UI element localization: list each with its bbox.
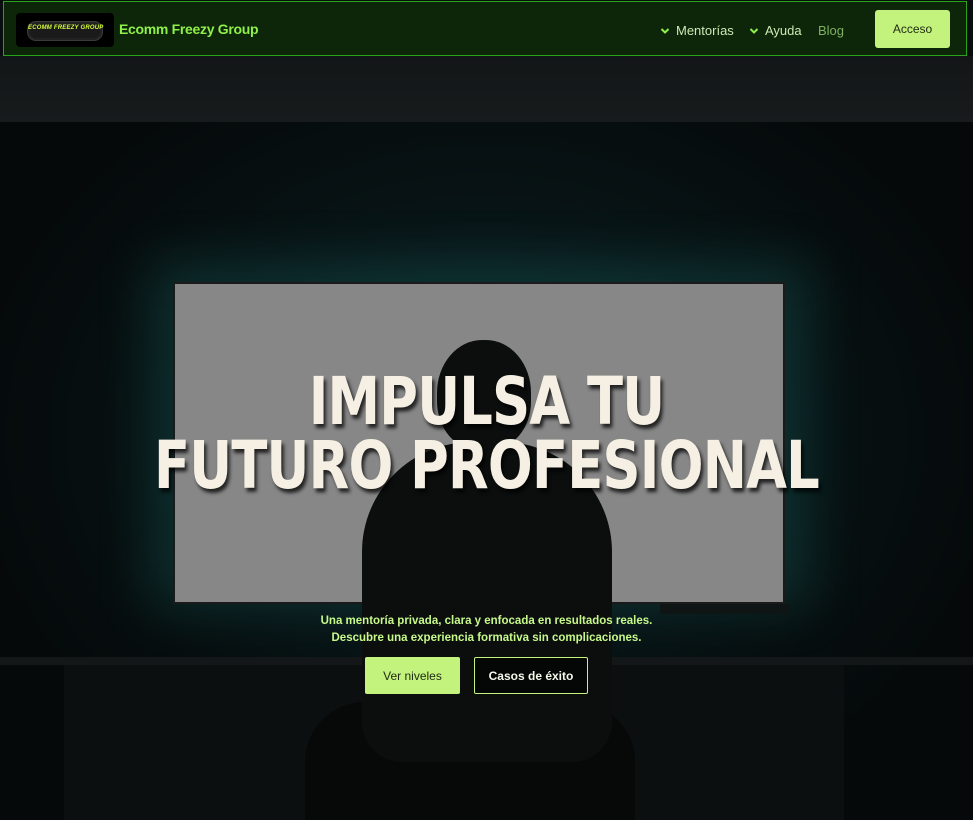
success-stories-button[interactable]: Casos de éxito [474, 657, 588, 694]
hero-headline: IMPULSA TU FUTURO PROFESIONAL [97, 363, 875, 504]
nav-item-ayuda[interactable]: Ayuda [749, 23, 802, 38]
subtext-line-1: Una mentoría privada, clara y enfocada e… [320, 615, 653, 627]
headline-line-2: FUTURO PROFESIONAL [153, 427, 820, 504]
logo-text: ECOMM FREEZY GROUP [28, 25, 104, 31]
top-navbar: ECOMM FREEZY GROUP Ecomm Freezy Group Me… [3, 1, 967, 56]
chevron-down-icon [660, 28, 670, 34]
view-levels-button[interactable]: Ver niveles [365, 657, 460, 694]
nav-item-mentorias[interactable]: Mentorías [660, 23, 734, 38]
brand-name[interactable]: Ecomm Freezy Group [119, 21, 259, 37]
nav-item-label: Mentorías [676, 23, 734, 38]
login-button[interactable]: Acceso [875, 10, 950, 48]
hero-subtext: Una mentoría privada, clara y enfocada e… [0, 613, 973, 647]
nav-item-label: Ayuda [765, 23, 802, 38]
logo-badge: ECOMM FREEZY GROUP [27, 21, 103, 41]
brand-logo[interactable]: ECOMM FREEZY GROUP [16, 13, 114, 47]
nav-item-blog[interactable]: Blog [818, 23, 844, 38]
header-spacer [0, 56, 973, 122]
subtext-line-2: Descubre una experiencia formativa sin c… [331, 632, 642, 644]
headline-line-1: IMPULSA TU [308, 363, 665, 440]
chevron-down-icon [749, 28, 759, 34]
